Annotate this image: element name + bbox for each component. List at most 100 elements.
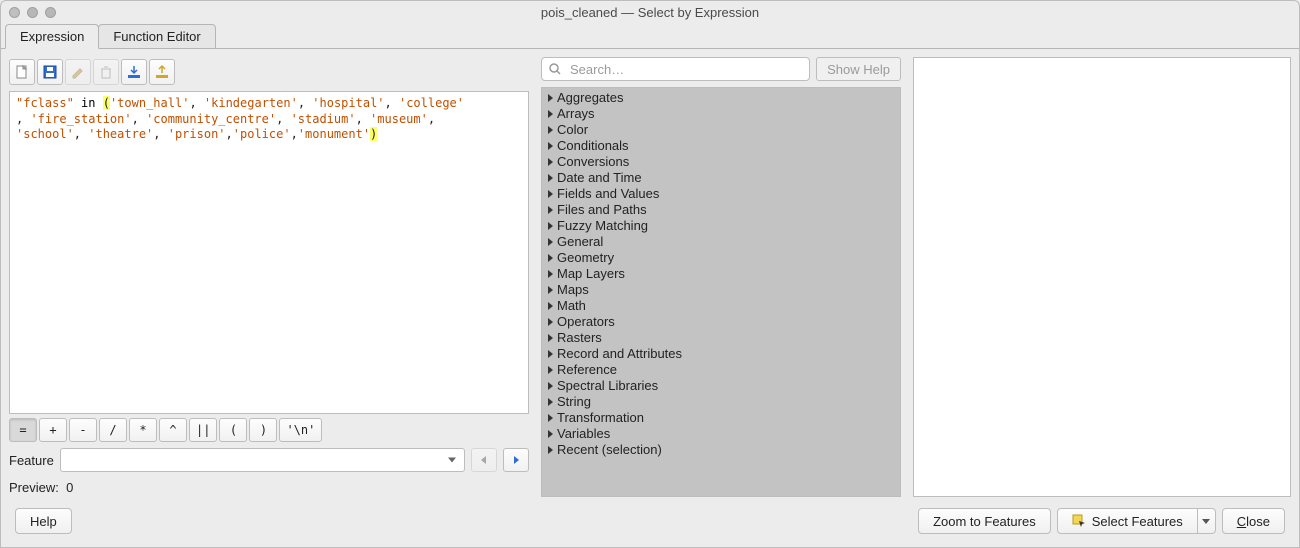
new-expression-button[interactable] — [9, 59, 35, 85]
disclosure-icon — [548, 238, 553, 246]
category-fields-and-values[interactable]: Fields and Values — [542, 186, 900, 202]
operator-op7-button[interactable]: ( — [219, 418, 247, 442]
category-label: Files and Paths — [557, 202, 647, 218]
search-row: Show Help — [541, 57, 901, 81]
operator-op4-button[interactable]: * — [129, 418, 157, 442]
category-conversions[interactable]: Conversions — [542, 154, 900, 170]
operator-op3-button[interactable]: / — [99, 418, 127, 442]
operator-op1-button[interactable]: + — [39, 418, 67, 442]
category-label: Geometry — [557, 250, 614, 266]
editor-toolbar — [9, 57, 529, 87]
help-button[interactable]: Help — [15, 508, 72, 534]
category-label: Record and Attributes — [557, 346, 682, 362]
middle-pane: Show Help AggregatesArraysColorCondition… — [541, 57, 901, 497]
save-expression-button[interactable] — [37, 59, 63, 85]
disclosure-icon — [548, 94, 553, 102]
operator-op6-button[interactable]: || — [189, 418, 217, 442]
disclosure-icon — [548, 286, 553, 294]
disclosure-icon — [548, 110, 553, 118]
disclosure-icon — [548, 302, 553, 310]
category-label: Map Layers — [557, 266, 625, 282]
feature-select[interactable] — [60, 448, 465, 472]
category-string[interactable]: String — [542, 394, 900, 410]
category-aggregates[interactable]: Aggregates — [542, 90, 900, 106]
category-label: Rasters — [557, 330, 602, 346]
feature-label: Feature — [9, 453, 54, 468]
category-rasters[interactable]: Rasters — [542, 330, 900, 346]
disclosure-icon — [548, 318, 553, 326]
disclosure-icon — [548, 126, 553, 134]
category-arrays[interactable]: Arrays — [542, 106, 900, 122]
operator-op0-button[interactable]: = — [9, 418, 37, 442]
disclosure-icon — [548, 158, 553, 166]
category-label: Transformation — [557, 410, 644, 426]
show-help-button[interactable]: Show Help — [816, 57, 901, 81]
category-spectral-libraries[interactable]: Spectral Libraries — [542, 378, 900, 394]
tab-expression[interactable]: Expression — [5, 24, 99, 49]
operator-op2-button[interactable]: - — [69, 418, 97, 442]
category-conditionals[interactable]: Conditionals — [542, 138, 900, 154]
import-expression-button[interactable] — [121, 59, 147, 85]
expression-editor[interactable]: "fclass" in ('town_hall', 'kindegarten',… — [9, 91, 529, 414]
edit-expression-button — [65, 59, 91, 85]
chevron-down-icon — [1202, 519, 1210, 524]
category-files-and-paths[interactable]: Files and Paths — [542, 202, 900, 218]
export-expression-button[interactable] — [149, 59, 175, 85]
disclosure-icon — [548, 206, 553, 214]
preview-row: Preview: 0 — [9, 478, 529, 497]
disclosure-icon — [548, 142, 553, 150]
disclosure-icon — [548, 382, 553, 390]
operator-op5-button[interactable]: ^ — [159, 418, 187, 442]
category-label: Fuzzy Matching — [557, 218, 648, 234]
category-recent-selection-[interactable]: Recent (selection) — [542, 442, 900, 458]
category-label: Conversions — [557, 154, 629, 170]
prev-feature-button — [471, 448, 497, 472]
search-box[interactable] — [541, 57, 810, 81]
main-area: "fclass" in ('town_hall', 'kindegarten',… — [9, 57, 1291, 497]
select-features-dropdown[interactable] — [1198, 508, 1216, 534]
category-transformation[interactable]: Transformation — [542, 410, 900, 426]
content-area: "fclass" in ('town_hall', 'kindegarten',… — [1, 49, 1299, 547]
category-variables[interactable]: Variables — [542, 426, 900, 442]
disclosure-icon — [548, 350, 553, 358]
disclosure-icon — [548, 366, 553, 374]
category-maps[interactable]: Maps — [542, 282, 900, 298]
category-math[interactable]: Math — [542, 298, 900, 314]
category-reference[interactable]: Reference — [542, 362, 900, 378]
category-fuzzy-matching[interactable]: Fuzzy Matching — [542, 218, 900, 234]
select-features-button[interactable]: Select Features — [1057, 508, 1198, 534]
tab-function-editor[interactable]: Function Editor — [98, 24, 215, 49]
search-input[interactable] — [568, 61, 803, 78]
disclosure-icon — [548, 334, 553, 342]
category-operators[interactable]: Operators — [542, 314, 900, 330]
category-date-and-time[interactable]: Date and Time — [542, 170, 900, 186]
select-features-icon — [1072, 514, 1086, 528]
category-label: Fields and Values — [557, 186, 659, 202]
category-label: Recent (selection) — [557, 442, 662, 458]
category-general[interactable]: General — [542, 234, 900, 250]
select-features-splitbutton: Select Features — [1057, 508, 1216, 534]
category-record-and-attributes[interactable]: Record and Attributes — [542, 346, 900, 362]
category-label: Reference — [557, 362, 617, 378]
category-label: Maps — [557, 282, 589, 298]
category-label: Operators — [557, 314, 615, 330]
category-label: Conditionals — [557, 138, 629, 154]
preview-value: 0 — [66, 480, 73, 495]
category-geometry[interactable]: Geometry — [542, 250, 900, 266]
next-feature-button[interactable] — [503, 448, 529, 472]
category-label: String — [557, 394, 591, 410]
delete-expression-button — [93, 59, 119, 85]
disclosure-icon — [548, 430, 553, 438]
operator-n-button[interactable]: '\n' — [279, 418, 322, 442]
disclosure-icon — [548, 446, 553, 454]
zoom-to-features-button[interactable]: Zoom to Features — [918, 508, 1051, 534]
close-button[interactable]: Close — [1222, 508, 1285, 534]
category-label: Arrays — [557, 106, 595, 122]
category-map-layers[interactable]: Map Layers — [542, 266, 900, 282]
category-tree[interactable]: AggregatesArraysColorConditionalsConvers… — [541, 87, 901, 497]
feature-row: Feature — [9, 446, 529, 474]
operator-row: =+-/*^||()'\n' — [9, 418, 529, 442]
preview-label: Preview: — [9, 480, 59, 495]
operator-op8-button[interactable]: ) — [249, 418, 277, 442]
category-color[interactable]: Color — [542, 122, 900, 138]
